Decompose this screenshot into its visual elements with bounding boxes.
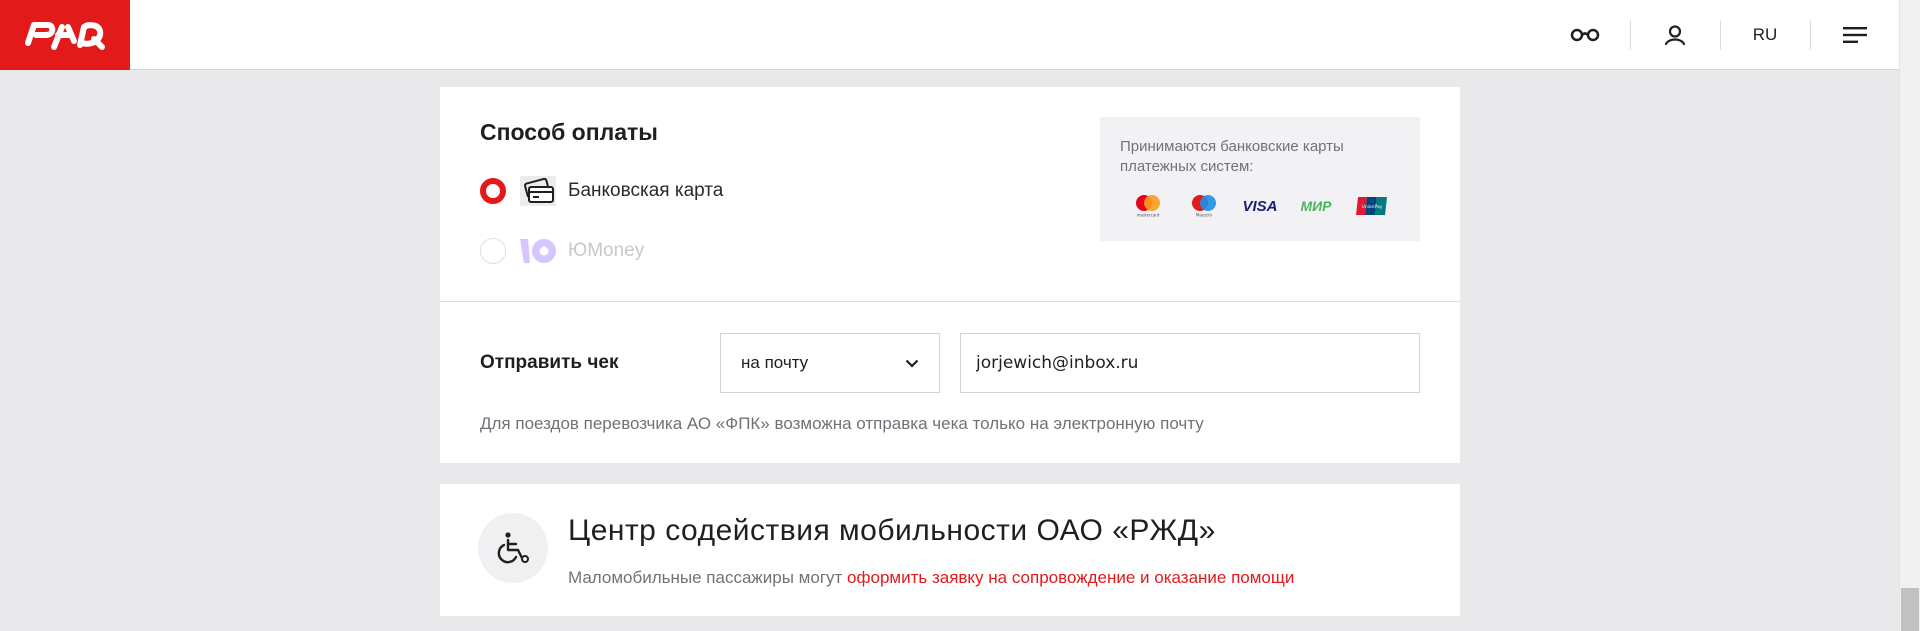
card-icon [518,176,558,206]
glasses-icon [1570,28,1600,42]
section-divider [440,301,1460,302]
menu-button[interactable] [1825,0,1885,70]
email-field[interactable] [960,333,1420,393]
send-receipt-label: Отправить чек [480,352,619,373]
unionpay-logo: UnionPay [1344,191,1400,221]
accessibility-button[interactable] [1555,0,1615,70]
mir-logo: МИР [1288,191,1344,221]
radio-bank-card[interactable] [480,178,506,204]
payment-method-title: Способ оплаты [480,119,658,145]
maestro-text: Maestro [1196,213,1213,218]
visa-text: VISA [1242,198,1277,215]
mobility-center-title: Центр содействия мобильности ОАО «РЖД» [568,514,1216,547]
rzd-logo-icon [25,22,105,50]
language-label: RU [1752,25,1778,44]
header-separator [1720,20,1721,50]
radio-yoomoney[interactable] [480,238,506,264]
bank-card-label: Банковская карта [568,180,724,201]
profile-button[interactable] [1645,0,1705,70]
menu-icon [1843,27,1867,43]
mastercard-logo: mastercard [1120,191,1176,221]
page-scrollbar[interactable] [1899,0,1920,631]
mastercard-text: mastercard [1137,213,1160,218]
yoomoney-label: ЮMoney [568,240,645,261]
mobility-icon-circle [478,513,548,583]
mir-text: МИР [1300,198,1332,214]
user-icon [1664,25,1686,46]
assistance-request-link[interactable]: оформить заявку на сопровождение и оказа… [847,568,1294,587]
header-separator [1630,20,1631,50]
unionpay-text: UnionPay [1362,204,1383,210]
receipt-method-select[interactable]: на почту [720,333,940,393]
receipt-method-value: на почту [741,353,809,372]
language-switch[interactable]: RU [1735,0,1795,70]
payment-option-bank-card[interactable]: Банковская карта [480,176,723,206]
top-header: RU [0,0,1899,70]
wheelchair-icon [497,532,529,564]
receipt-note: Для поездов перевозчика АО «ФПК» возможн… [480,414,1204,433]
scrollbar-thumb[interactable] [1901,588,1919,631]
visa-logo: VISA [1232,191,1288,221]
payment-card: Способ оплаты Банковская карта ЮMoney Пр [440,87,1460,463]
payment-option-yoomoney[interactable]: ЮMoney [480,236,644,266]
yoomoney-icon [518,236,558,266]
mobility-subtitle: Маломобильные пассажиры могут оформить з… [568,568,1294,588]
accepted-cards-box: Принимаются банковские карты платежных с… [1100,117,1420,241]
chevron-down-icon [905,359,919,368]
header-separator [1810,20,1811,50]
accepted-cards-text: Принимаются банковские карты платежных с… [1120,138,1344,175]
maestro-logo: Maestro [1176,191,1232,221]
mobility-card: Центр содействия мобильности ОАО «РЖД» М… [440,484,1460,616]
card-logos: mastercard Maestro VISA МИР UnionPay [1120,191,1400,221]
rzd-logo[interactable] [0,0,130,70]
mobility-subtitle-text: Маломобильные пассажиры могут [568,568,848,587]
